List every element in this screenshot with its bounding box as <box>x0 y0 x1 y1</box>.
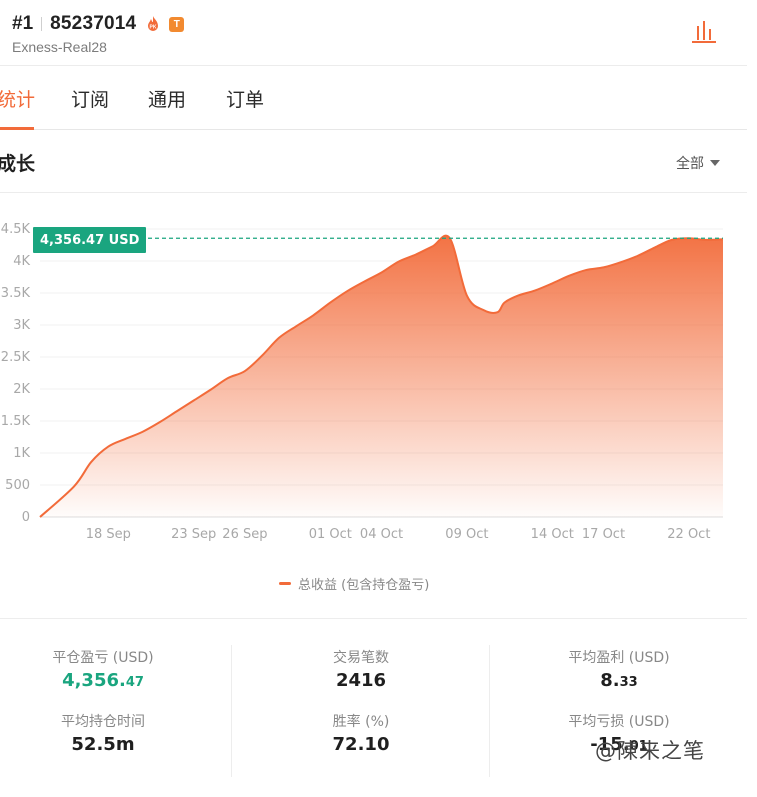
stat-value-win-rate: 72.10 <box>332 734 390 755</box>
y-tick-label: 500 <box>5 478 30 493</box>
rank-label: #1 <box>12 13 34 34</box>
x-tick-label: 04 Oct <box>360 527 403 542</box>
x-tick-label: 26 Sep <box>222 527 267 542</box>
stat-label-avg-loss: 平均亏损 (USD) <box>568 714 670 730</box>
active-tab-indicator <box>0 127 34 130</box>
y-tick-label: 2K <box>13 382 30 397</box>
stat-value-trade-count: 2416 <box>335 670 387 691</box>
tab-stats[interactable]: 统计 <box>0 85 35 129</box>
current-value-tag: 4,356.47 USD <box>33 227 147 253</box>
growth-section-header: 成长 全部 <box>0 131 747 193</box>
chart-legend[interactable]: 总收益 (包含持仓盈亏) <box>279 574 429 593</box>
account-title-row: #1 85237014 PK T <box>12 12 185 36</box>
t-badge: T <box>169 16 185 32</box>
x-tick-label: 01 Oct <box>309 527 352 542</box>
legend-label: 总收益 (包含持仓盈亏) <box>298 578 430 593</box>
svg-text:PK: PK <box>150 25 157 31</box>
x-tick-label: 17 Oct <box>582 527 625 542</box>
title-divider <box>41 17 43 31</box>
legend-swatch <box>279 582 291 585</box>
range-label: 全部 <box>676 156 704 172</box>
tab-bar: 统计 订阅 通用 订单 <box>0 67 747 130</box>
stat-value-avg-profit: 8.33 <box>600 670 638 691</box>
x-tick-label: 23 Sep <box>171 527 216 542</box>
y-tick-label: 3.5K <box>1 286 31 301</box>
account-header: #1 85237014 PK T Exness-Real28 <box>0 0 747 66</box>
stat-value-closed-pnl: 4,356.47 <box>62 670 144 691</box>
y-tick-label: 4.5K <box>1 222 31 237</box>
x-tick-label: 18 Sep <box>86 527 131 542</box>
y-tick-label: 1K <box>13 446 30 461</box>
stats-divider <box>489 645 490 777</box>
stat-label-avg-hold-time: 平均持仓时间 <box>61 714 145 730</box>
stat-label-win-rate: 胜率 (%) <box>332 714 390 730</box>
y-tick-label: 4K <box>13 254 30 269</box>
bar-chart-icon[interactable] <box>691 20 717 44</box>
tab-subscribe[interactable]: 订阅 <box>71 85 109 129</box>
watermark-text: @陳来之笔 <box>595 739 705 763</box>
caret-down-icon <box>710 160 720 166</box>
flame-pk-icon: PK <box>148 16 159 31</box>
x-tick-label: 22 Oct <box>667 527 710 542</box>
stats-panel: 平仓盈亏 (USD) 4,356.47 交易笔数 2416 平均盈利 (USD)… <box>0 618 747 797</box>
y-tick-label: 1.5K <box>1 414 31 429</box>
trader-detail-page: #1 85237014 PK T Exness-Real28 统计 订阅 通用 … <box>0 0 757 797</box>
growth-chart: 0 500 1K 1.5K 2K 2.5K 3K 3.5K 4K 4.5K 18 Sep 23 Se… <box>0 195 747 593</box>
section-title: 成长 <box>0 153 36 175</box>
stats-divider <box>231 645 232 777</box>
x-tick-label: 09 Oct <box>445 527 488 542</box>
account-number: 85237014 <box>50 13 137 34</box>
range-dropdown[interactable]: 全部 <box>676 153 720 173</box>
stat-label-closed-pnl: 平仓盈亏 (USD) <box>52 650 154 666</box>
y-tick-label: 2.5K <box>1 350 31 365</box>
y-tick-label: 3K <box>13 318 30 333</box>
tab-orders[interactable]: 订单 <box>226 85 264 129</box>
x-tick-label: 14 Oct <box>531 527 574 542</box>
y-tick-label: 0 <box>22 510 30 525</box>
stat-label-trade-count: 交易笔数 <box>333 650 389 666</box>
tab-general[interactable]: 通用 <box>148 85 186 129</box>
server-name: Exness-Real28 <box>12 39 107 55</box>
stat-label-avg-profit: 平均盈利 (USD) <box>568 650 670 666</box>
stat-value-avg-hold-time: 52.5m <box>71 734 135 755</box>
growth-area-fill <box>40 235 723 518</box>
